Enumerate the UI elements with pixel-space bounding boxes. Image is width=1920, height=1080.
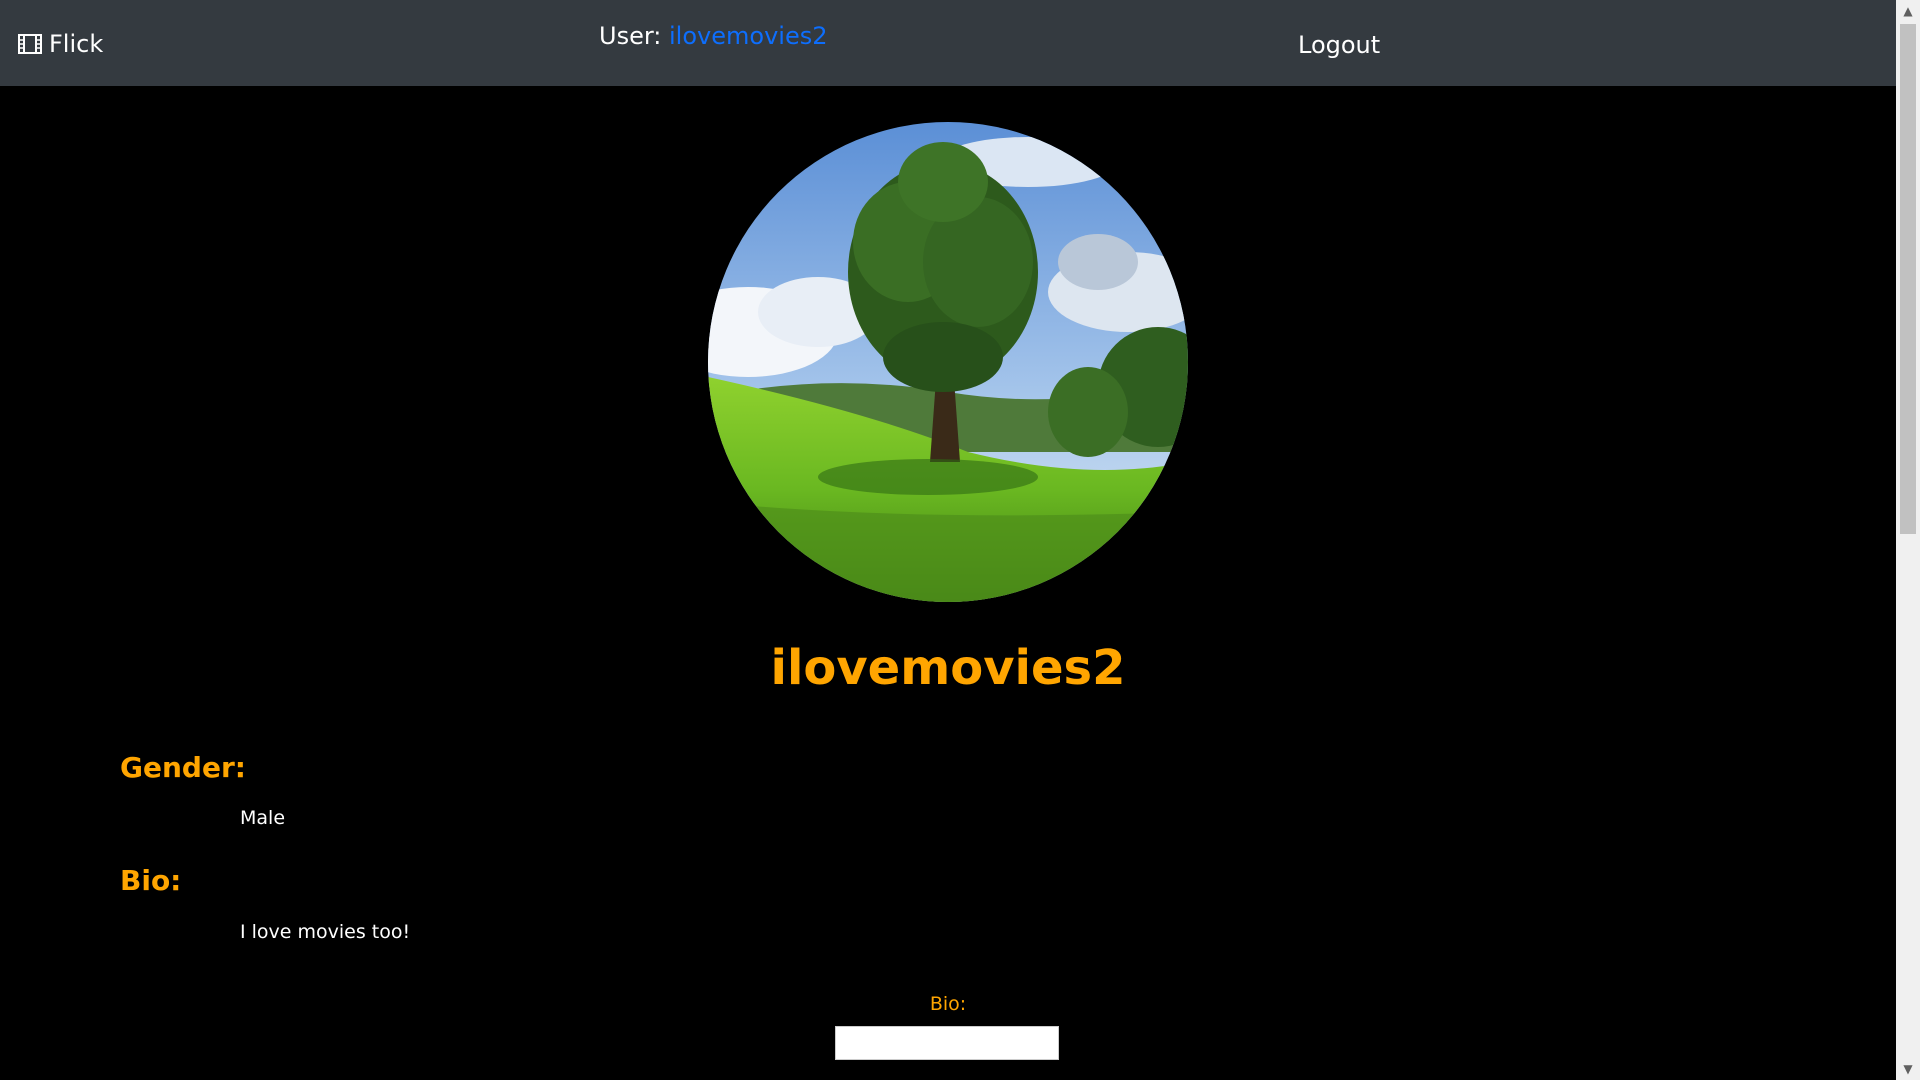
scroll-down-arrow-icon[interactable]: ▼: [1896, 1058, 1920, 1080]
navbar: Flick User: ilovemovies2 Logout: [0, 0, 1896, 86]
brand-label: Flick: [49, 30, 104, 58]
bio-value: I love movies too!: [240, 921, 411, 943]
scrollbar-thumb[interactable]: [1900, 24, 1916, 534]
profile-picture: [708, 122, 1188, 602]
username-link[interactable]: ilovemovies2: [669, 22, 827, 50]
user-prefix: User:: [599, 22, 662, 50]
bio-input[interactable]: [835, 1026, 1059, 1060]
vertical-scrollbar[interactable]: ▲ ▼: [1896, 0, 1920, 1080]
profile-username: ilovemovies2: [770, 640, 1126, 696]
logout-link[interactable]: Logout: [1298, 30, 1380, 60]
scroll-up-arrow-icon[interactable]: ▲: [1896, 0, 1920, 22]
bio-heading: Bio:: [120, 864, 182, 897]
gender-value: Male: [240, 807, 286, 829]
current-user: User: ilovemovies2: [599, 21, 827, 51]
profile-page: Flick User: ilovemovies2 Logout ▲ ▼ ilov…: [0, 0, 1920, 1080]
gender-heading: Gender:: [120, 751, 246, 784]
bio-input-label: Bio:: [929, 993, 967, 1015]
film-icon: [18, 34, 42, 54]
brand-link[interactable]: Flick: [18, 29, 103, 59]
